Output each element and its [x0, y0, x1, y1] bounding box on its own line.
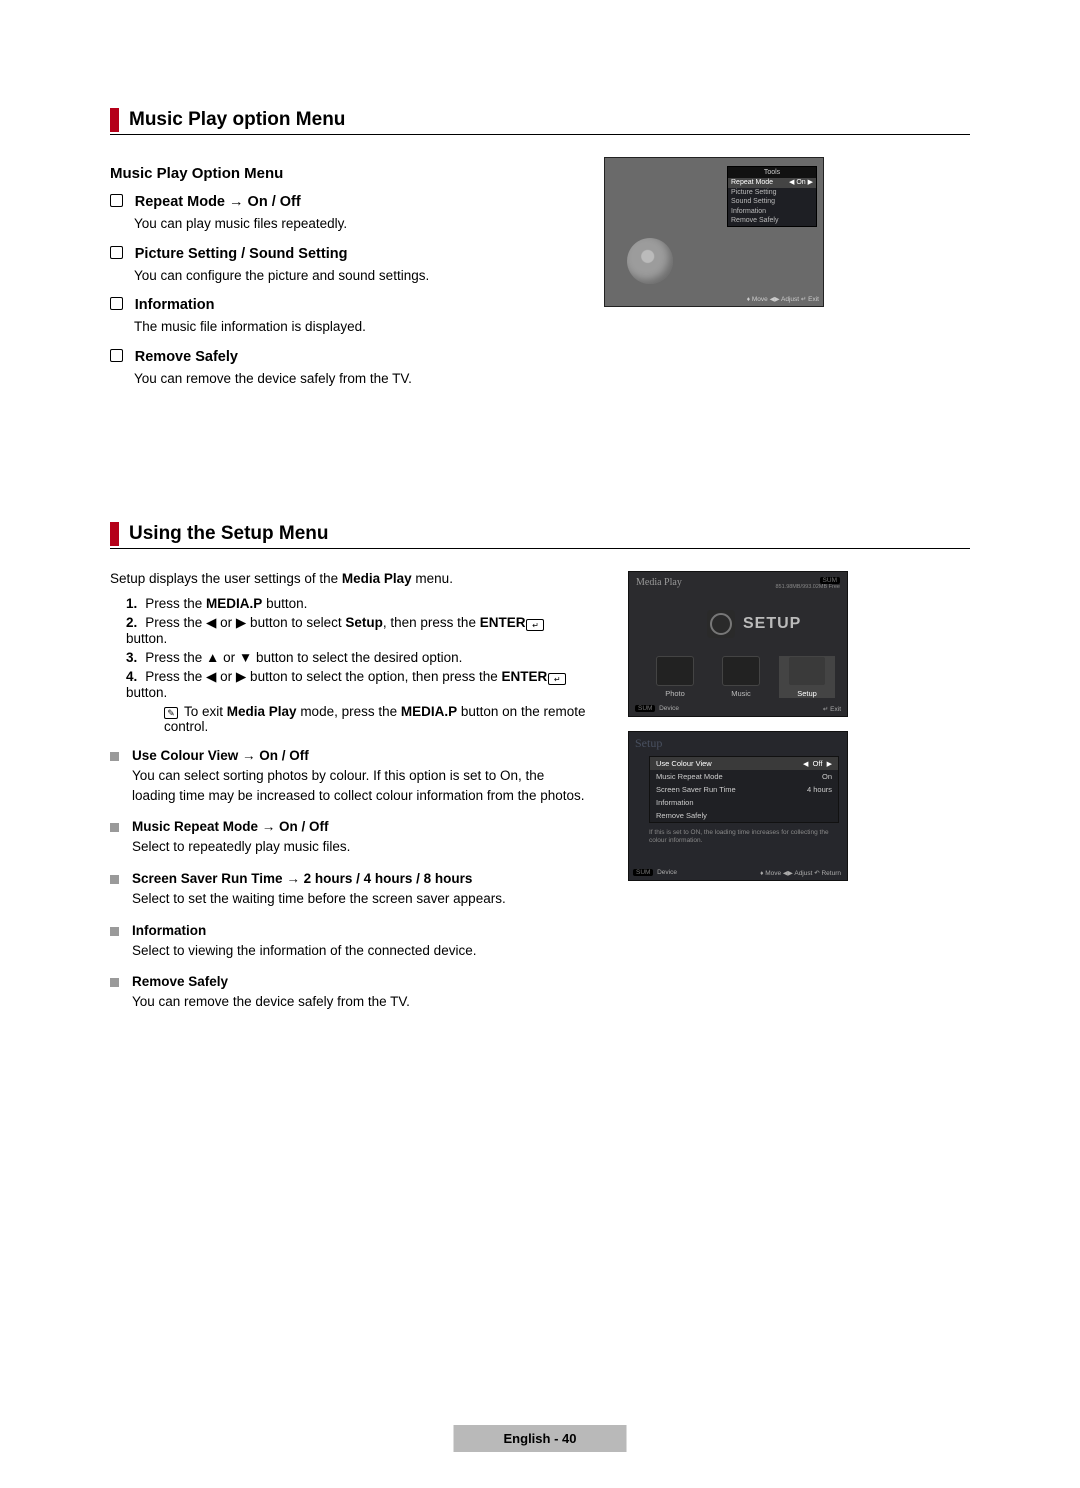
bullet-title: Music Repeat Mode → On / Off — [132, 819, 329, 834]
gear-icon — [788, 656, 826, 686]
setup-steps: 1.Press the MEDIA.P button. 2.Press the … — [110, 596, 590, 734]
checkbox-icon — [110, 297, 123, 310]
bar-left: SUM SUM Device Device — [635, 705, 679, 713]
option-body: You can remove the device safely from th… — [134, 369, 580, 389]
option-body: You can configure the picture and sound … — [134, 266, 580, 286]
bullet-body: You can remove the device safely from th… — [132, 992, 590, 1012]
square-bullet-icon — [110, 875, 119, 884]
accent-bar — [110, 108, 119, 132]
step-2: 2.Press the ◀ or ▶ button to select Setu… — [126, 615, 590, 646]
checkbox-icon — [110, 194, 123, 207]
bullet-title: Screen Saver Run Time → 2 hours / 4 hour… — [132, 871, 472, 886]
setup-list-panel: Use Colour View ◀ Off ▶ Music Repeat Mod… — [649, 756, 839, 823]
option-title: Repeat Mode → On / Off — [135, 194, 301, 210]
setup-hero: SETUP — [707, 610, 801, 638]
list-row-colour: Use Colour View ◀ Off ▶ — [650, 757, 838, 770]
val: ◀ On ▶ — [789, 178, 813, 187]
option-repeat-mode: Repeat Mode → On / Off You can play musi… — [110, 194, 580, 234]
setup-opt-remove-safely: Remove Safely You can remove the device … — [110, 974, 590, 1012]
tools-row: Information — [728, 207, 816, 216]
screenshot-media-play: Media Play SUM 851.98MB/993.02MB Free SE… — [628, 571, 848, 717]
list-row: Music Repeat ModeOn — [650, 770, 838, 783]
list-row: Information — [650, 796, 838, 809]
section-header-setup: Using the Setup Menu — [110, 522, 970, 549]
bullet-title: Use Colour View → On / Off — [132, 748, 309, 763]
page-footer: English - 40 — [454, 1425, 627, 1452]
step-4: 4.Press the ◀ or ▶ button to select the … — [126, 669, 590, 734]
media-categories: Photo Music Setup — [647, 656, 835, 698]
bullet-title: Information — [132, 923, 206, 938]
subheading: Music Play Option Menu — [110, 165, 580, 182]
tools-footer: ♦ Move ◀▶ Adjust ↵ Exit — [747, 295, 819, 303]
screenshot-tools-menu: Tools Repeat Mode ◀ On ▶ Picture Setting… — [604, 157, 824, 307]
accent-bar — [110, 522, 119, 546]
section-header-music: Music Play option Menu — [110, 108, 970, 135]
square-bullet-icon — [110, 927, 119, 936]
note-icon: ✎ — [164, 707, 178, 719]
gear-icon — [707, 610, 735, 638]
setup-opt-screensaver: Screen Saver Run Time → 2 hours / 4 hour… — [110, 871, 590, 909]
music-icon — [722, 656, 760, 686]
option-title: Information — [135, 297, 215, 313]
option-title: Picture Setting / Sound Setting — [135, 246, 348, 262]
checkbox-icon — [110, 246, 123, 259]
setup-opt-colour-view: Use Colour View → On / Off You can selec… — [110, 748, 590, 805]
option-picture-sound: Picture Setting / Sound Setting You can … — [110, 246, 580, 286]
photo-icon — [656, 656, 694, 686]
cat-photo: Photo — [647, 656, 703, 698]
bar-left: SUM Device — [633, 869, 677, 877]
option-body: The music file information is displayed. — [134, 317, 580, 337]
tools-panel: Tools Repeat Mode ◀ On ▶ Picture Setting… — [727, 166, 817, 227]
enter-icon: ↵ — [548, 673, 566, 685]
tools-row: Remove Safely — [728, 216, 816, 225]
label: Repeat Mode — [731, 178, 773, 187]
setup-opt-music-repeat: Music Repeat Mode → On / Off Select to r… — [110, 819, 590, 857]
square-bullet-icon — [110, 978, 119, 987]
step-4-note: ✎To exit Media Play mode, press the MEDI… — [164, 704, 590, 734]
media-play-title: Media Play — [636, 577, 682, 590]
usb-info: 851.98MB/993.02MB Free — [775, 584, 840, 590]
section-title: Using the Setup Menu — [129, 523, 329, 545]
list-row: Remove Safely — [650, 809, 838, 822]
square-bullet-icon — [110, 752, 119, 761]
step-1: 1.Press the MEDIA.P button. — [126, 596, 590, 611]
cd-disc-icon — [627, 238, 673, 284]
bullet-body: Select to repeatedly play music files. — [132, 837, 590, 857]
cat-setup: Setup — [779, 656, 835, 698]
tools-row-repeat: Repeat Mode ◀ On ▶ — [728, 178, 816, 187]
setup-intro: Setup displays the user settings of the … — [110, 571, 590, 586]
sum-badge: SUM — [820, 577, 840, 584]
tools-row: Sound Setting — [728, 197, 816, 206]
bar-right: ↵ Exit — [823, 705, 841, 713]
square-bullet-icon — [110, 823, 119, 832]
section-title: Music Play option Menu — [129, 109, 345, 131]
option-title: Remove Safely — [135, 349, 238, 365]
screenshot-setup-list: Setup Use Colour View ◀ Off ▶ Music Repe… — [628, 731, 848, 881]
bullet-title: Remove Safely — [132, 974, 228, 989]
bullet-body: Select to set the waiting time before th… — [132, 889, 590, 909]
step-3: 3.Press the ▲ or ▼ button to select the … — [126, 650, 590, 665]
tools-row: Picture Setting — [728, 188, 816, 197]
option-remove-safely: Remove Safely You can remove the device … — [110, 349, 580, 389]
bar-right: ♦ Move ◀▶ Adjust ↶ Return — [760, 869, 841, 877]
enter-icon: ↵ — [526, 619, 544, 631]
setup-list-header: Setup — [629, 732, 847, 753]
bullet-body: You can select sorting photos by colour.… — [132, 766, 590, 805]
setup-list-note: If this is set to ON, the loading time i… — [629, 823, 847, 847]
option-information: Information The music file information i… — [110, 297, 580, 337]
tools-title: Tools — [728, 167, 816, 178]
checkbox-icon — [110, 349, 123, 362]
option-body: You can play music files repeatedly. — [134, 214, 580, 234]
bullet-body: Select to viewing the information of the… — [132, 941, 590, 961]
setup-opt-information: Information Select to viewing the inform… — [110, 923, 590, 961]
list-row: Screen Saver Run Time4 hours — [650, 783, 838, 796]
cat-music: Music — [713, 656, 769, 698]
